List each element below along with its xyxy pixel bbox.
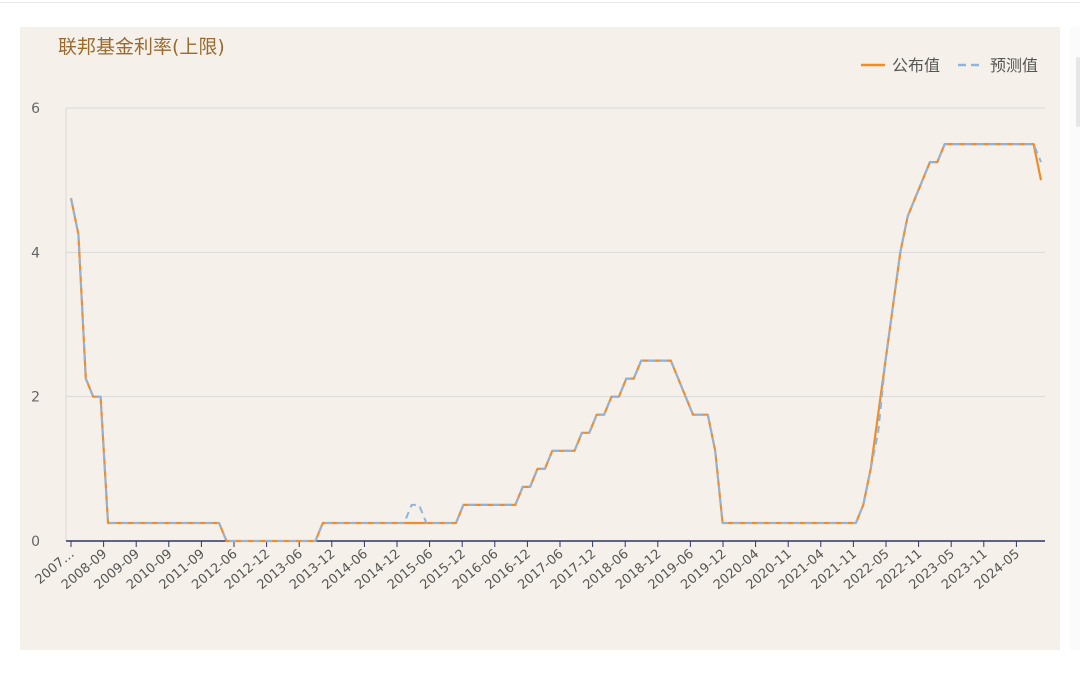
line-chart: 0 2 4 6 2007…2008-092009-092010-092011-0920… <box>31 56 1045 593</box>
series-forecast-line <box>70 143 1042 542</box>
y-tick-label-1: 2 <box>31 390 40 406</box>
y-axis: 0 2 4 6 <box>31 101 67 550</box>
y-tick-label-0: 0 <box>31 534 40 550</box>
y-tick-label-2: 4 <box>31 245 40 261</box>
legend-published-label[interactable]: 公布值 <box>892 56 940 75</box>
legend[interactable]: 公布值 预测值 <box>861 56 1038 75</box>
series-group <box>69 143 1043 543</box>
y-tick-label-3: 6 <box>31 101 40 117</box>
legend-forecast-label[interactable]: 预测值 <box>990 56 1038 75</box>
grid-lines <box>66 107 1045 398</box>
x-axis: 2007…2008-092009-092010-092011-092012-06… <box>33 540 1045 593</box>
series-published-line <box>69 143 1043 543</box>
